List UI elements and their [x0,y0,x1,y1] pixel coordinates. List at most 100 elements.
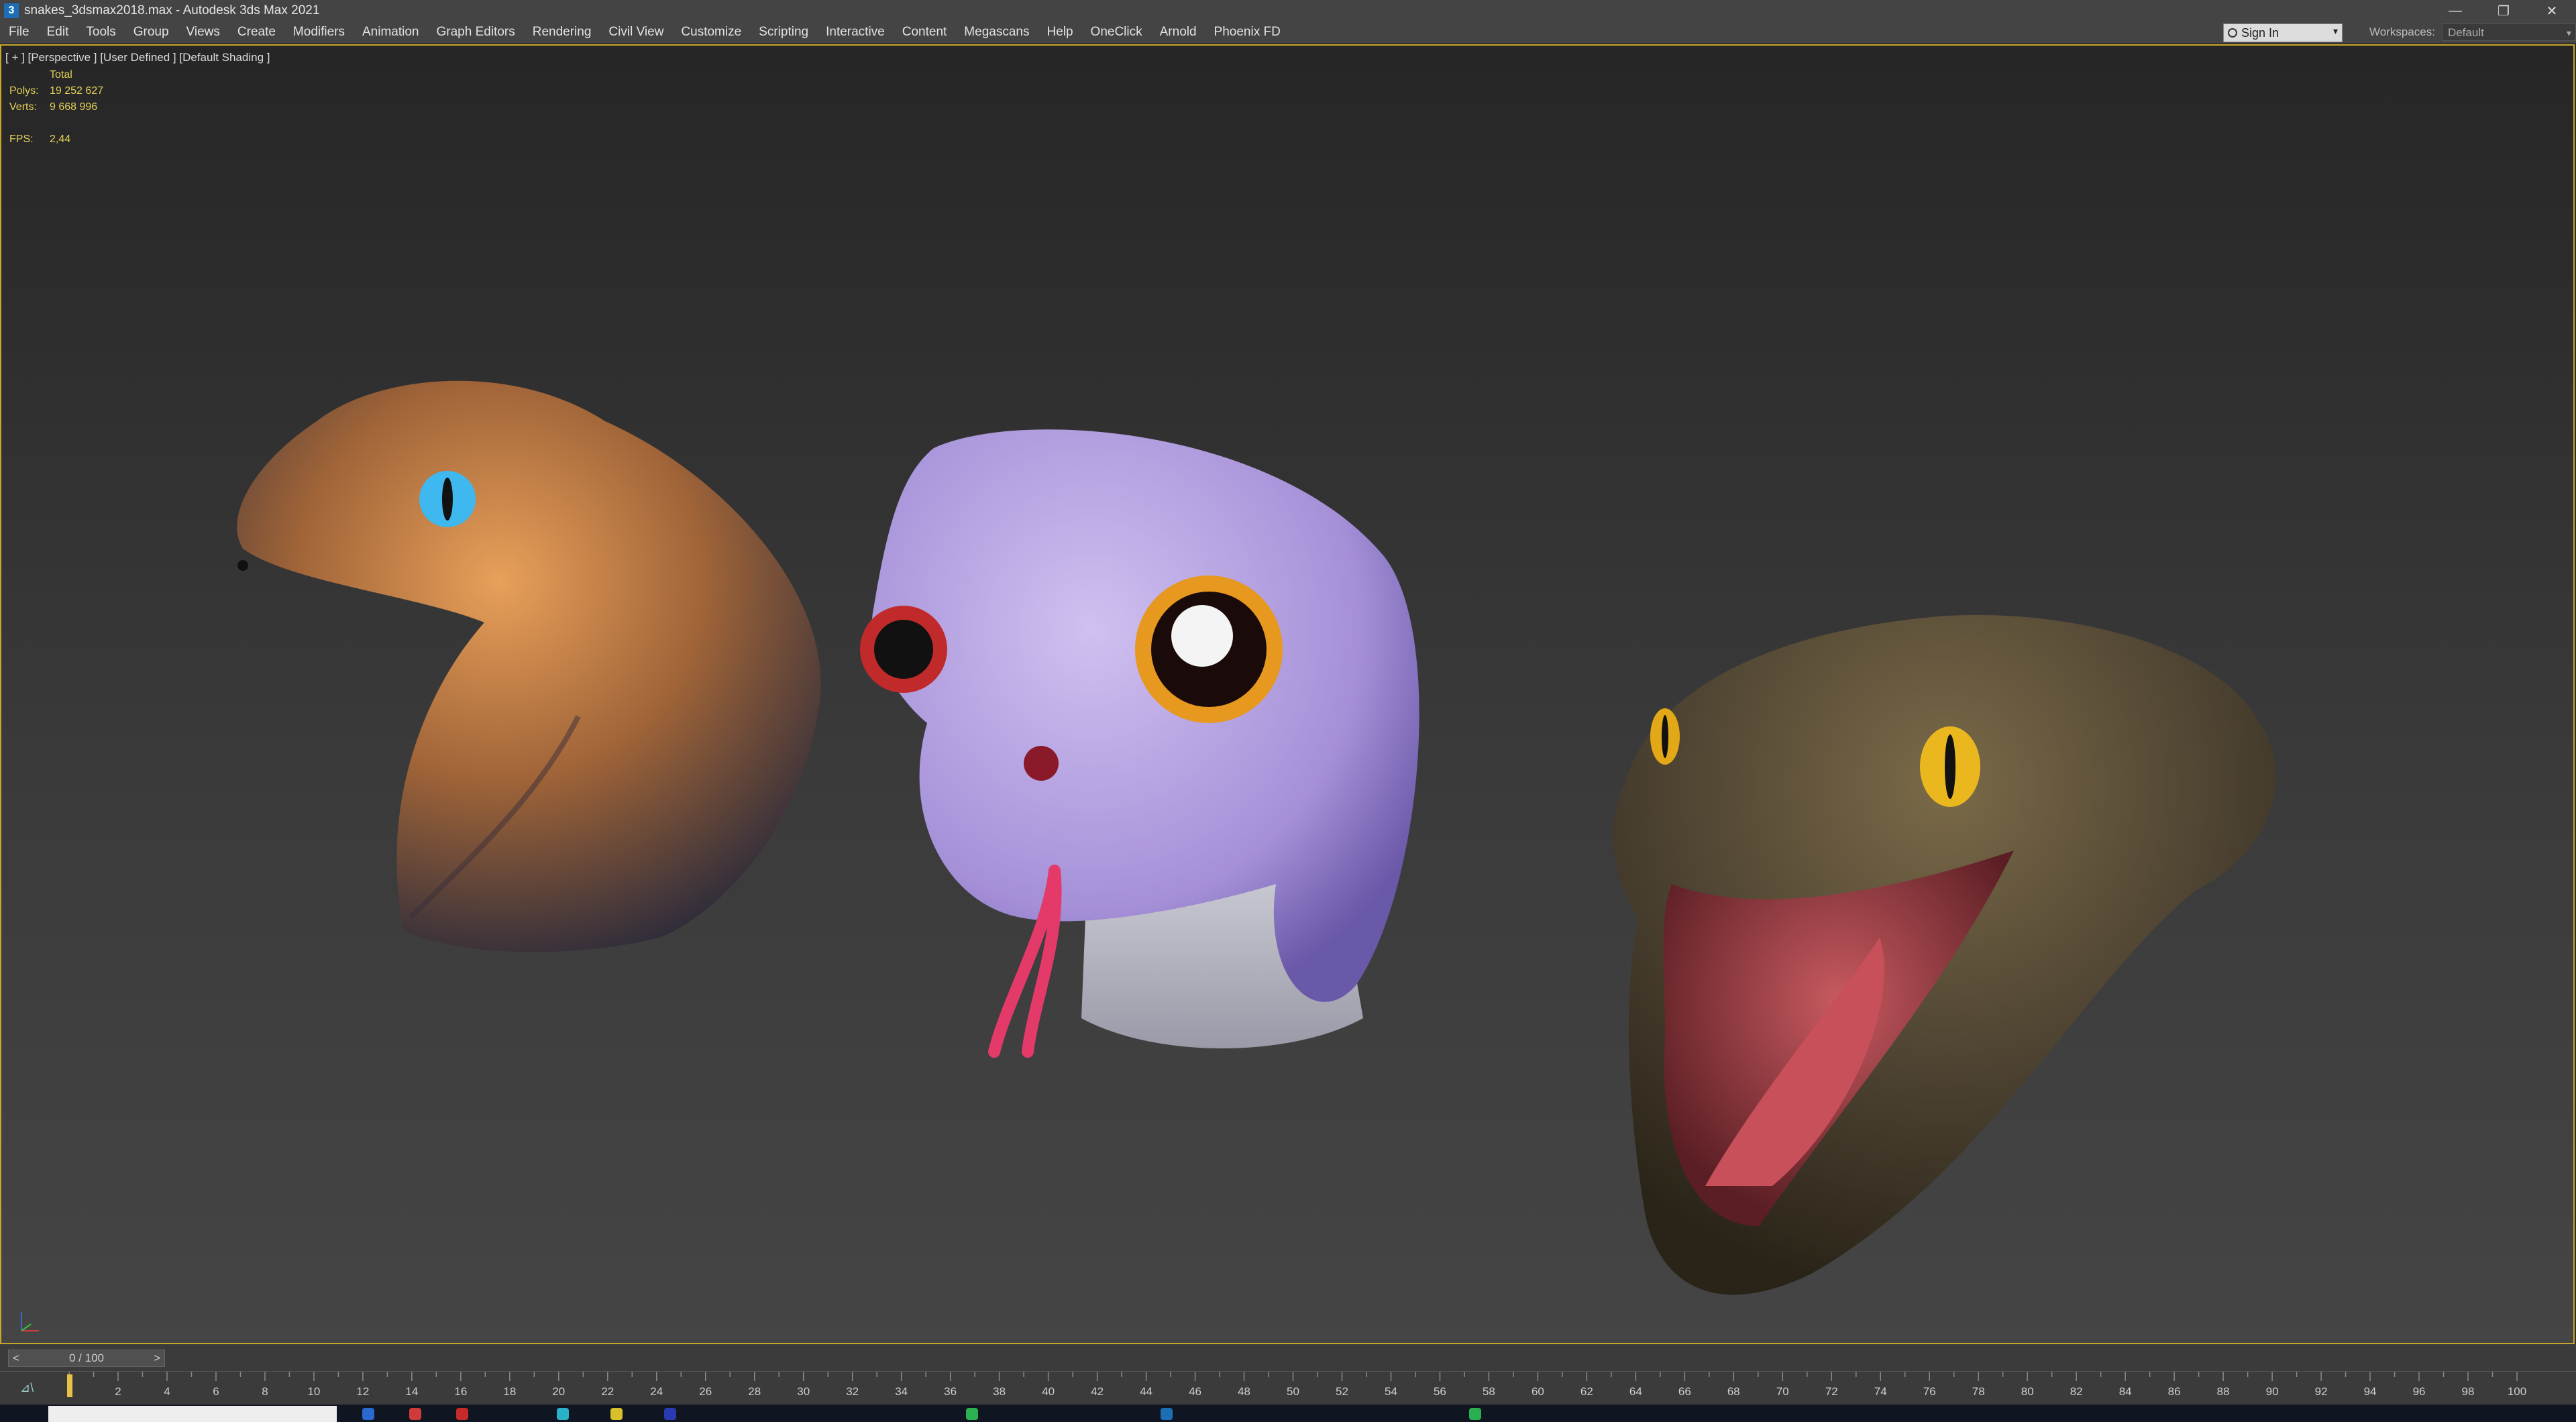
sign-in-dropdown[interactable]: Sign In ▾ [2223,23,2343,42]
perspective-viewport[interactable]: [ + ] [Perspective ] [User Defined ] [De… [0,44,2575,1344]
app-icon-green[interactable] [966,1408,978,1420]
tick-label: 32 [846,1385,859,1398]
menu-tools[interactable]: Tools [77,21,124,43]
menu-megascans[interactable]: Megascans [955,21,1038,43]
tick-label: 48 [1238,1385,1250,1398]
restore-button[interactable]: ❐ [2479,0,2528,21]
tick-label: 56 [1433,1385,1446,1398]
app-icon-blue[interactable] [362,1408,374,1420]
prev-frame-button[interactable]: < [9,1352,23,1365]
tick-label: 66 [1678,1385,1691,1398]
tick-label: 58 [1482,1385,1495,1398]
tick-label: 28 [748,1385,761,1398]
next-frame-button[interactable]: > [150,1352,164,1365]
user-icon [2228,28,2237,38]
time-slider[interactable]: < 0 / 100 > [8,1350,165,1367]
tick-label: 2 [115,1385,121,1398]
fps-label: FPS: [9,133,34,145]
tick-label: 86 [2167,1385,2181,1398]
minimize-button[interactable]: — [2431,0,2479,21]
window-title: snakes_3dsmax2018.max - Autodesk 3ds Max… [24,3,320,17]
tick-label: 70 [1776,1385,1789,1398]
workspace-value: Default [2447,26,2484,39]
menu-views[interactable]: Views [178,21,229,43]
sign-in-label: Sign In [2241,25,2279,40]
time-slider-bar: < 0 / 100 > [0,1344,2576,1371]
menu-graph-editors[interactable]: Graph Editors [428,21,524,43]
tick-label: 44 [1140,1385,1153,1398]
viewport-statistics: Total Polys: 19 252 627 Verts: 9 668 996 F… [9,67,103,148]
tick-label: 96 [2412,1385,2426,1398]
menu-oneclick[interactable]: OneClick [1082,21,1151,43]
tick-label: 38 [993,1385,1006,1398]
menu-phoenix-fd[interactable]: Phoenix FD [1205,21,1289,43]
app-icon[interactable]: 3 [4,3,19,18]
verts-label: Verts: [9,101,37,113]
polys-value: 19 252 627 [50,85,104,97]
menu-help[interactable]: Help [1038,21,1081,43]
tick-label: 16 [454,1385,468,1398]
tick-label: 46 [1189,1385,1202,1398]
app-icon-red-2[interactable] [456,1408,468,1420]
tick-label: 82 [2070,1385,2083,1398]
menu-arnold[interactable]: Arnold [1151,21,1205,43]
app-icon-spotify[interactable] [1469,1408,1481,1420]
menu-scripting[interactable]: Scripting [750,21,817,43]
taskbar-search[interactable] [48,1406,337,1422]
tick-label: 94 [2363,1385,2377,1398]
menu-content[interactable]: Content [894,21,956,43]
cartoon-snake-model[interactable] [860,429,1419,1058]
close-button[interactable]: ✕ [2528,0,2576,21]
os-taskbar [0,1405,2576,1422]
tick-label: 26 [699,1385,712,1398]
tick-label: 18 [503,1385,517,1398]
tick-label: 80 [2021,1385,2034,1398]
menu-civil-view[interactable]: Civil View [600,21,672,43]
app-icon-yellow[interactable] [610,1408,623,1420]
tick-label: 98 [2461,1385,2475,1398]
app-icon-cyan[interactable] [557,1408,569,1420]
tick-label: 78 [1972,1385,1985,1398]
tick-label: 50 [1287,1385,1299,1398]
tick-label: 4 [164,1385,170,1398]
menu-create[interactable]: Create [229,21,284,43]
app-icon-navy[interactable] [664,1408,676,1420]
tick-label: 40 [1042,1385,1055,1398]
axis-tripod-icon [21,1312,39,1331]
tick-label: 76 [1923,1385,1936,1398]
workspace-select[interactable]: Default ▾ [2441,23,2576,41]
menu-edit[interactable]: Edit [38,21,78,43]
tick-label: 100 [2507,1385,2527,1398]
cobra-model[interactable] [237,380,821,952]
title-bar: 3 snakes_3dsmax2018.max - Autodesk 3ds M… [0,0,2576,21]
menu-bar: File Edit Tools Group Views Create Modifiers An… [0,21,2576,44]
tick-label: 54 [1385,1385,1397,1398]
app-icon-red[interactable] [409,1408,421,1420]
key-filter-icon[interactable]: ⊿\ [20,1381,34,1395]
menu-file[interactable]: File [0,21,38,43]
tick-label: 88 [2216,1385,2230,1398]
app-icon-3dsmax[interactable] [1161,1408,1173,1420]
track-bar[interactable]: ⊿\ 2 4 6 8 10 12 14 16 18 20 22 24 26 28 30 32 34 36 38 40 4… [0,1371,2576,1405]
workspaces-label: Workspaces: [2369,25,2435,38]
window-controls: — ❐ ✕ [2431,0,2576,21]
tick-label: 60 [1531,1385,1544,1398]
scene-render [237,380,2275,1295]
tick-label: 84 [2118,1385,2132,1398]
menu-interactive[interactable]: Interactive [817,21,894,43]
python-model[interactable] [1613,614,2275,1295]
tick-label: 42 [1091,1385,1104,1398]
menu-animation[interactable]: Animation [354,21,428,43]
menu-rendering[interactable]: Rendering [524,21,600,43]
menu-group[interactable]: Group [125,21,178,43]
menu-customize[interactable]: Customize [672,21,750,43]
tick-label: 90 [2265,1385,2279,1398]
tick-label: 92 [2314,1385,2328,1398]
current-frame-marker[interactable] [67,1374,72,1397]
tick-label: 34 [895,1385,908,1398]
viewport-label[interactable]: [ + ] [Perspective ] [User Defined ] [De… [5,51,270,64]
tick-label: 24 [650,1385,663,1398]
tick-label: 8 [262,1385,268,1398]
menu-modifiers[interactable]: Modifiers [284,21,354,43]
tick-label: 14 [405,1385,419,1398]
